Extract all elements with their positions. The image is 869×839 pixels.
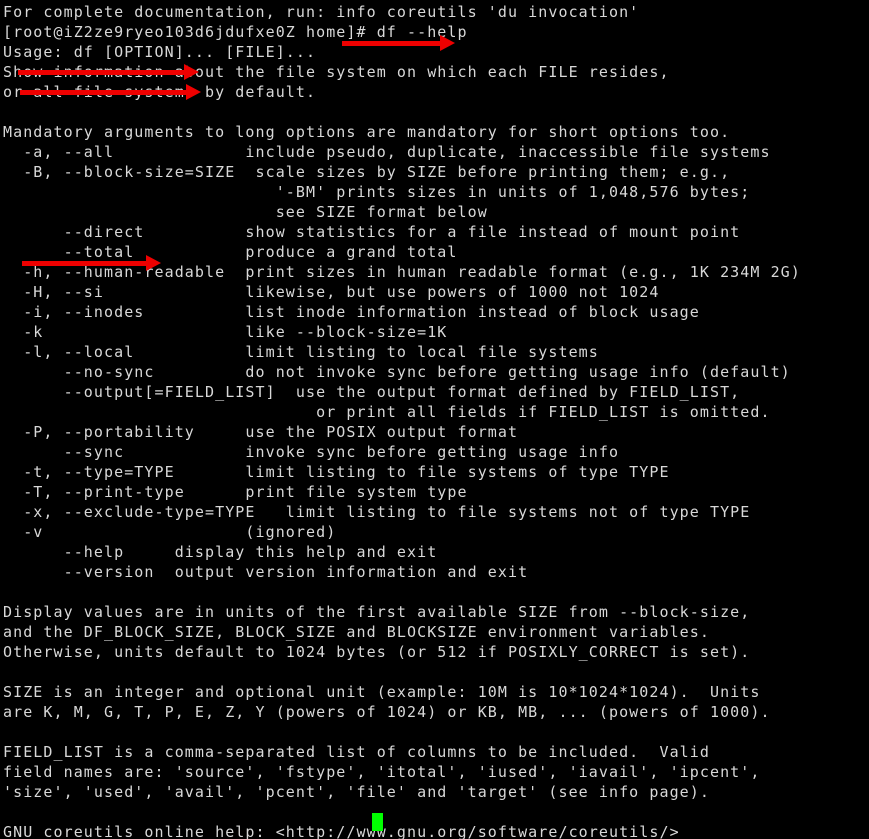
terminal-line: --output[=FIELD_LIST] use the output for…: [3, 383, 741, 401]
text-cursor: [372, 813, 383, 831]
terminal-line: -T, --print-type print file system type: [3, 483, 468, 501]
terminal-line: -i, --inodes list inode information inst…: [3, 303, 700, 321]
terminal-line: Otherwise, units default to 1024 bytes (…: [3, 643, 751, 661]
terminal-line: field names are: 'source', 'fstype', 'it…: [3, 763, 761, 781]
terminal-line: -x, --exclude-type=TYPE limit listing to…: [3, 503, 751, 521]
terminal-line: -t, --type=TYPE limit listing to file sy…: [3, 463, 670, 481]
terminal-line: or print all fields if FIELD_LIST is omi…: [3, 403, 771, 421]
terminal-line: -B, --block-size=SIZE scale sizes by SIZ…: [3, 163, 731, 181]
terminal-line: -v (ignored): [3, 523, 337, 541]
terminal-line: FIELD_LIST is a comma-separated list of …: [3, 743, 710, 761]
terminal-line: Mandatory arguments to long options are …: [3, 123, 731, 141]
terminal-line: -P, --portability use the POSIX output f…: [3, 423, 519, 441]
terminal-line: [root@iZ2ze9ryeo103d6jdufxe0Z home]# df …: [3, 23, 468, 41]
terminal-line: --total produce a grand total: [3, 243, 458, 261]
terminal-line: SIZE is an integer and optional unit (ex…: [3, 683, 761, 701]
terminal-line: see SIZE format below: [3, 203, 488, 221]
terminal-line: -k like --block-size=1K: [3, 323, 448, 341]
terminal-line: -l, --local limit listing to local file …: [3, 343, 599, 361]
terminal-line: -H, --si likewise, but use powers of 100…: [3, 283, 660, 301]
terminal-line: --direct show statistics for a file inst…: [3, 223, 741, 241]
terminal-line: 'size', 'used', 'avail', 'pcent', 'file'…: [3, 783, 710, 801]
terminal-line: Display values are in units of the first…: [3, 603, 751, 621]
terminal-line: or all file systems by default.: [3, 83, 317, 101]
terminal-line: --help display this help and exit: [3, 543, 438, 561]
terminal-line: --version output version information and…: [3, 563, 529, 581]
terminal-line: '-BM' prints sizes in units of 1,048,576…: [3, 183, 751, 201]
terminal-line: Usage: df [OPTION]... [FILE]...: [3, 43, 317, 61]
terminal-line: and the DF_BLOCK_SIZE, BLOCK_SIZE and BL…: [3, 623, 710, 641]
terminal-line: --no-sync do not invoke sync before gett…: [3, 363, 791, 381]
terminal-line: GNU coreutils online help: <http://www.g…: [3, 823, 680, 839]
terminal-line: -h, --human-readable print sizes in huma…: [3, 263, 801, 281]
terminal-output: For complete documentation, run: info co…: [3, 2, 801, 839]
terminal-line: are K, M, G, T, P, E, Z, Y (powers of 10…: [3, 703, 771, 721]
terminal-line: For complete documentation, run: info co…: [3, 3, 640, 21]
terminal-line: --sync invoke sync before getting usage …: [3, 443, 620, 461]
terminal-line: -a, --all include pseudo, duplicate, ina…: [3, 143, 771, 161]
terminal-line: Show information about the file system o…: [3, 63, 670, 81]
terminal-window[interactable]: For complete documentation, run: info co…: [0, 0, 869, 839]
